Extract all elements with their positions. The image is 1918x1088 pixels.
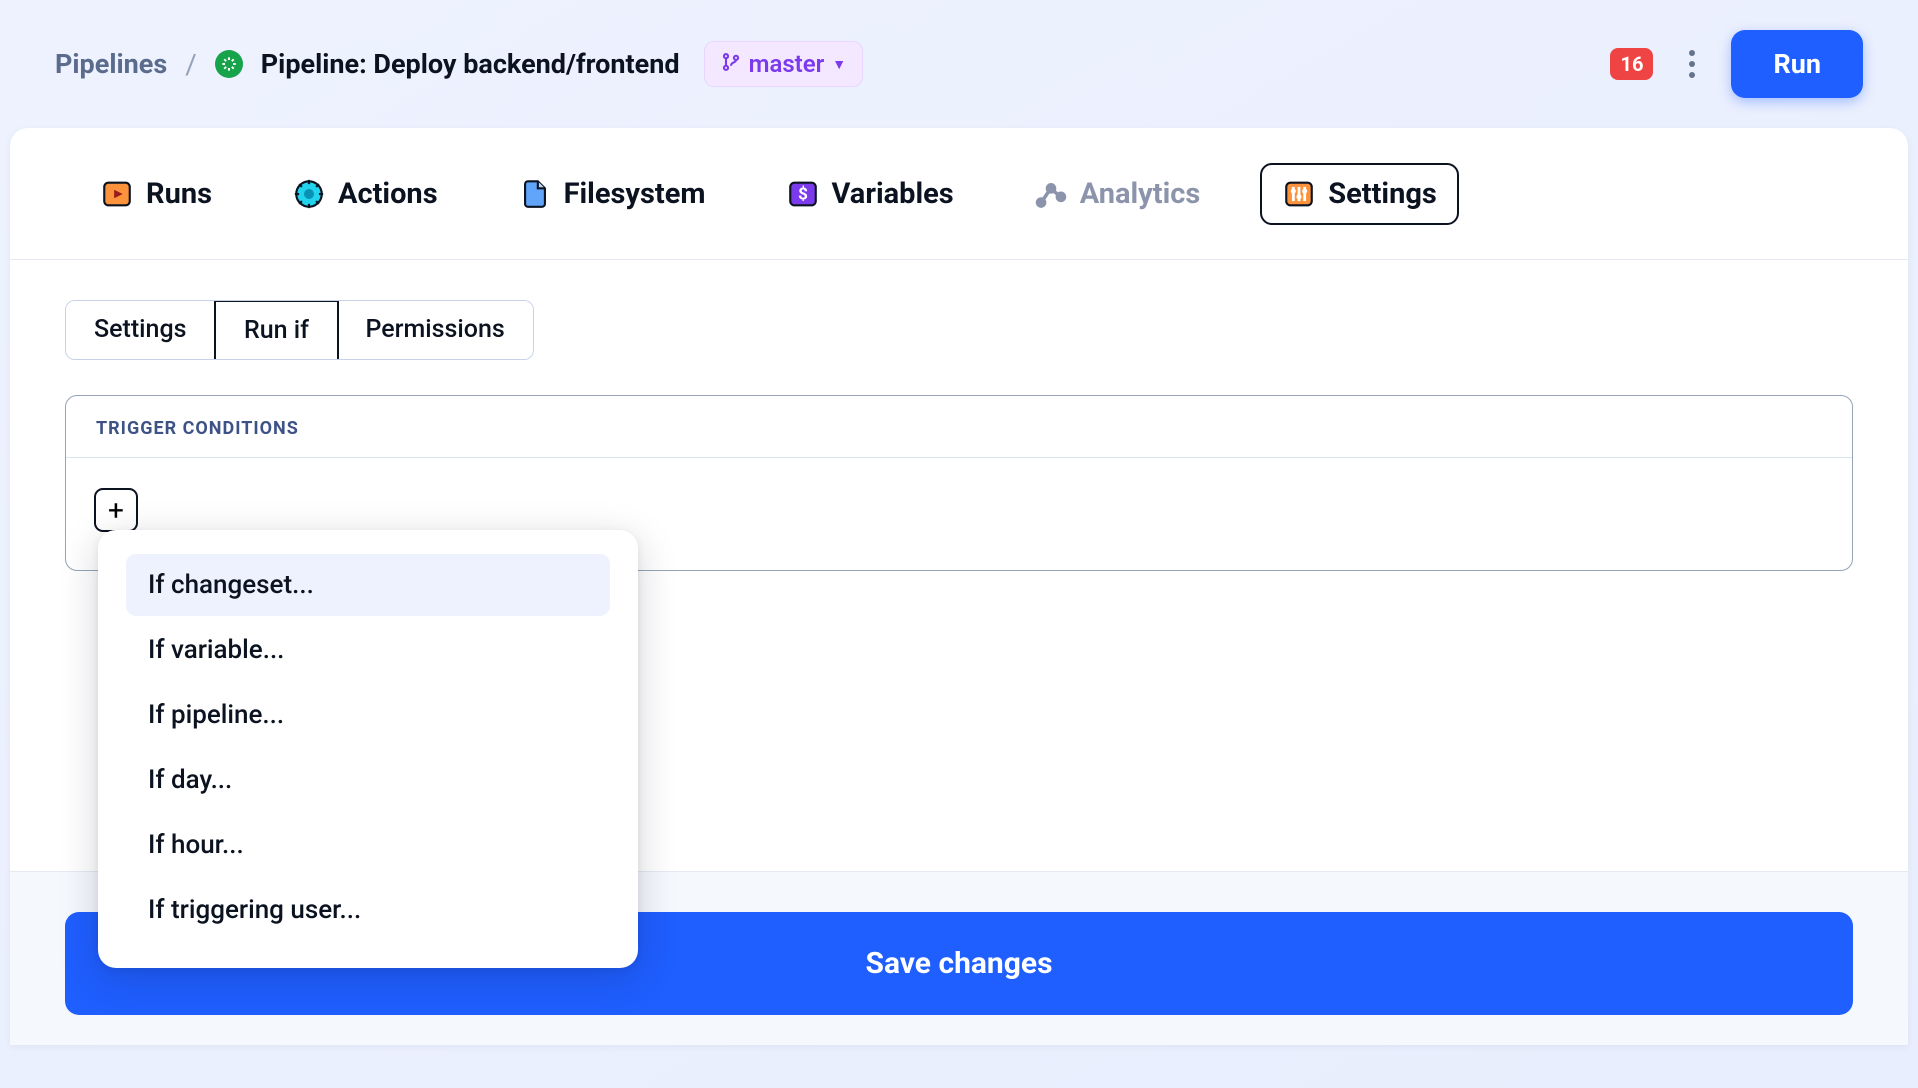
branch-name: master — [749, 50, 825, 78]
dropdown-item-variable[interactable]: If variable... — [126, 619, 610, 681]
tab-variables[interactable]: $ Variables — [766, 165, 974, 223]
more-menu-icon[interactable] — [1683, 44, 1701, 84]
subtab-run-if[interactable]: Run if — [214, 300, 339, 360]
add-condition-button[interactable]: + — [94, 488, 138, 532]
dropdown-item-hour[interactable]: If hour... — [126, 814, 610, 876]
breadcrumb: Pipelines / Pipeline: Deploy backend/fro… — [55, 41, 863, 87]
notification-badge[interactable]: 16 — [1610, 48, 1653, 80]
subtab-permissions[interactable]: Permissions — [337, 301, 532, 359]
actions-icon — [292, 177, 326, 211]
tab-settings[interactable]: Settings — [1260, 163, 1459, 225]
header-bar: Pipelines / Pipeline: Deploy backend/fro… — [0, 20, 1918, 128]
analytics-icon — [1034, 177, 1068, 211]
dropdown-item-day[interactable]: If day... — [126, 749, 610, 811]
chevron-down-icon: ▼ — [832, 56, 846, 73]
svg-text:$: $ — [798, 185, 808, 205]
pipeline-status-icon — [215, 50, 243, 78]
filesystem-icon — [518, 177, 552, 211]
git-branch-icon — [721, 50, 741, 78]
variables-icon: $ — [786, 177, 820, 211]
run-button[interactable]: Run — [1731, 30, 1863, 98]
tab-filesystem-label: Filesystem — [564, 177, 706, 211]
tab-runs-label: Runs — [146, 177, 212, 211]
header-right: 16 Run — [1610, 30, 1863, 98]
branch-selector[interactable]: master ▼ — [704, 41, 864, 87]
breadcrumb-separator: / — [185, 48, 197, 81]
tab-variables-label: Variables — [832, 177, 954, 211]
tab-analytics[interactable]: Analytics — [1014, 165, 1221, 223]
trigger-conditions-heading: TRIGGER CONDITIONS — [66, 396, 1852, 458]
tab-actions[interactable]: Actions — [272, 165, 458, 223]
breadcrumb-root[interactable]: Pipelines — [55, 48, 167, 80]
subtab-settings[interactable]: Settings — [66, 301, 216, 359]
dropdown-item-changeset[interactable]: If changeset... — [126, 554, 610, 616]
dropdown-item-pipeline[interactable]: If pipeline... — [126, 684, 610, 746]
tabs-row: Runs Actions Filesystem $ Variables Anal… — [10, 128, 1908, 260]
runs-icon — [100, 177, 134, 211]
page-title: Pipeline: Deploy backend/frontend — [261, 48, 680, 80]
settings-icon — [1282, 177, 1316, 211]
condition-type-dropdown: If changeset... If variable... If pipeli… — [98, 530, 638, 968]
tab-filesystem[interactable]: Filesystem — [498, 165, 726, 223]
dropdown-item-triggering-user[interactable]: If triggering user... — [126, 879, 610, 941]
tab-actions-label: Actions — [338, 177, 438, 211]
subtabs: Settings Run if Permissions — [65, 300, 534, 360]
tab-analytics-label: Analytics — [1080, 177, 1201, 211]
tab-settings-label: Settings — [1328, 177, 1437, 211]
tab-runs[interactable]: Runs — [80, 165, 232, 223]
